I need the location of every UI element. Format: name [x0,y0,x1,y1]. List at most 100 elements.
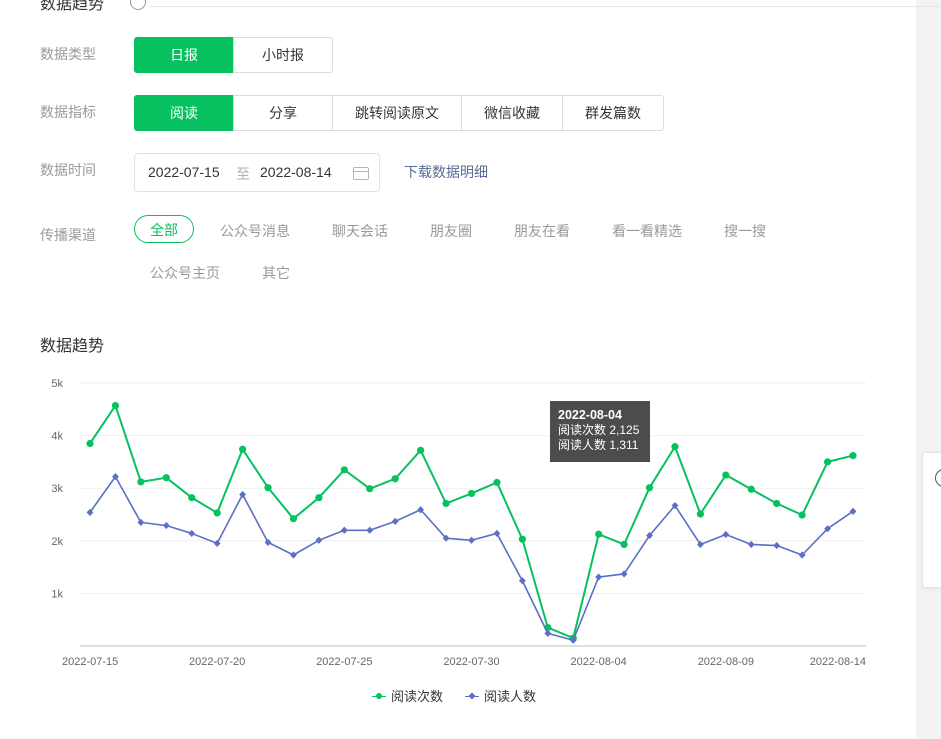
channel-friends-watching[interactable]: 朋友在看 [514,221,570,241]
data-point[interactable] [849,451,857,460]
data-point[interactable] [823,458,832,466]
data-metric-group: 阅读 分享 跳转阅读原文 微信收藏 群发篇数 [134,95,664,131]
data-type-hourly[interactable]: 小时报 [233,37,333,73]
metric-wechat-favorite[interactable]: 微信收藏 [461,95,563,131]
data-point[interactable] [645,484,654,492]
data-type-daily[interactable]: 日报 [134,37,234,73]
y-tick-label: 1k [51,588,63,600]
legend-label-readers: 阅读人数 [484,689,537,704]
diamond-marker-icon [465,691,480,701]
data-point[interactable] [544,629,552,637]
calendar-icon[interactable] [353,167,369,180]
data-point[interactable] [315,494,323,502]
x-tick-label: 2022-07-15 [62,656,118,668]
data-point[interactable] [137,518,145,526]
data-point[interactable] [366,485,374,493]
data-point[interactable] [188,529,196,538]
channel-search[interactable]: 搜一搜 [724,221,766,241]
data-point[interactable] [315,536,323,544]
legend-label-reads: 阅读次数 [391,689,444,704]
data-point[interactable] [391,517,399,525]
series-line-1 [89,475,854,642]
data-point[interactable] [366,526,374,534]
trend-chart[interactable]: 1k 2k 3k 4k 5k 2022-07-15 2022-07-20 2022-07-25… [0,360,900,680]
data-point[interactable] [468,536,475,544]
chart-axes: 1k 2k 3k 4k 5k 2022-07-15 2022-07-20 2022-07-25… [51,378,866,668]
channel-official-homepage[interactable]: 公众号主页 [150,263,220,283]
channel-all[interactable]: 全部 [134,215,194,243]
data-point[interactable] [239,445,247,453]
date-separator: 至 [236,166,250,182]
data-point[interactable] [722,471,730,479]
data-point[interactable] [773,499,781,508]
data-point[interactable] [137,478,145,486]
data-point[interactable] [493,529,501,538]
legend-item-reads[interactable]: 阅读次数 [372,686,443,705]
data-point[interactable] [493,478,501,487]
channel-moments[interactable]: 朋友圈 [430,221,472,241]
data-point[interactable] [340,466,348,474]
circle-marker-icon [372,691,386,701]
chart-legend: 阅读次数 阅读人数 [372,686,558,705]
tooltip-readers: 阅读人数 1,311 [558,438,639,452]
metric-mass-send[interactable]: 群发篇数 [562,95,664,131]
data-point[interactable] [162,474,170,482]
metric-share[interactable]: 分享 [233,95,333,131]
right-gutter [916,0,941,739]
start-date[interactable]: 2022-07-15 [148,164,220,180]
data-point[interactable] [289,515,298,523]
series-line-0 [89,404,854,640]
partial-section-title: 数据趋势 [40,0,105,13]
legend-item-readers[interactable]: 阅读人数 [465,686,536,705]
data-point[interactable] [620,540,628,549]
data-point[interactable] [391,475,399,483]
data-point[interactable] [518,577,526,585]
data-point[interactable] [239,490,246,499]
data-point[interactable] [213,509,221,517]
metric-read[interactable]: 阅读 [134,95,234,131]
info-icon [935,469,941,487]
date-range-picker[interactable]: 2022-07-15 至 2022-08-14 [134,153,380,192]
channel-top-stories[interactable]: 看一看精选 [612,221,682,241]
data-point[interactable] [264,484,272,492]
data-point[interactable] [747,540,755,549]
channel-official-message[interactable]: 公众号消息 [220,221,290,241]
data-point[interactable] [111,402,120,410]
data-point[interactable] [417,446,425,454]
download-detail-link[interactable]: 下载数据明细 [404,162,488,182]
chart-title: 数据趋势 [40,338,105,355]
end-date[interactable]: 2022-08-14 [260,164,332,180]
data-point[interactable] [467,489,476,498]
data-point[interactable] [188,494,196,502]
data-type-label: 数据类型 [40,46,96,62]
data-point[interactable] [773,541,781,550]
data-point[interactable] [290,551,297,559]
channel-other[interactable]: 其它 [262,263,290,283]
data-point[interactable] [518,535,526,543]
tooltip-reads: 阅读次数 2,125 [558,423,640,437]
data-point[interactable] [86,439,94,448]
y-tick-label: 5k [51,378,63,390]
y-tick-label: 2k [51,536,63,548]
data-point[interactable] [442,499,450,508]
x-tick-label: 2022-07-25 [316,656,372,668]
data-point[interactable] [595,530,603,538]
data-point[interactable] [595,573,603,581]
y-tick-label: 3k [51,483,63,495]
data-point[interactable] [162,521,170,530]
x-tick-label: 2022-07-30 [443,656,499,668]
data-point[interactable] [722,530,730,539]
data-point[interactable] [671,443,679,451]
data-point[interactable] [747,485,755,493]
data-metric-label: 数据指标 [40,104,96,120]
metric-read-original[interactable]: 跳转阅读原文 [332,95,462,131]
channel-chat[interactable]: 聊天会话 [332,221,388,241]
data-point[interactable] [340,526,348,534]
data-point[interactable] [696,510,705,518]
data-point[interactable] [798,511,806,519]
floating-side-card[interactable] [922,452,941,588]
x-tick-label: 2022-07-20 [189,656,245,668]
data-point[interactable] [264,538,272,546]
x-tick-label: 2022-08-04 [571,656,627,668]
help-icon[interactable] [130,0,146,10]
